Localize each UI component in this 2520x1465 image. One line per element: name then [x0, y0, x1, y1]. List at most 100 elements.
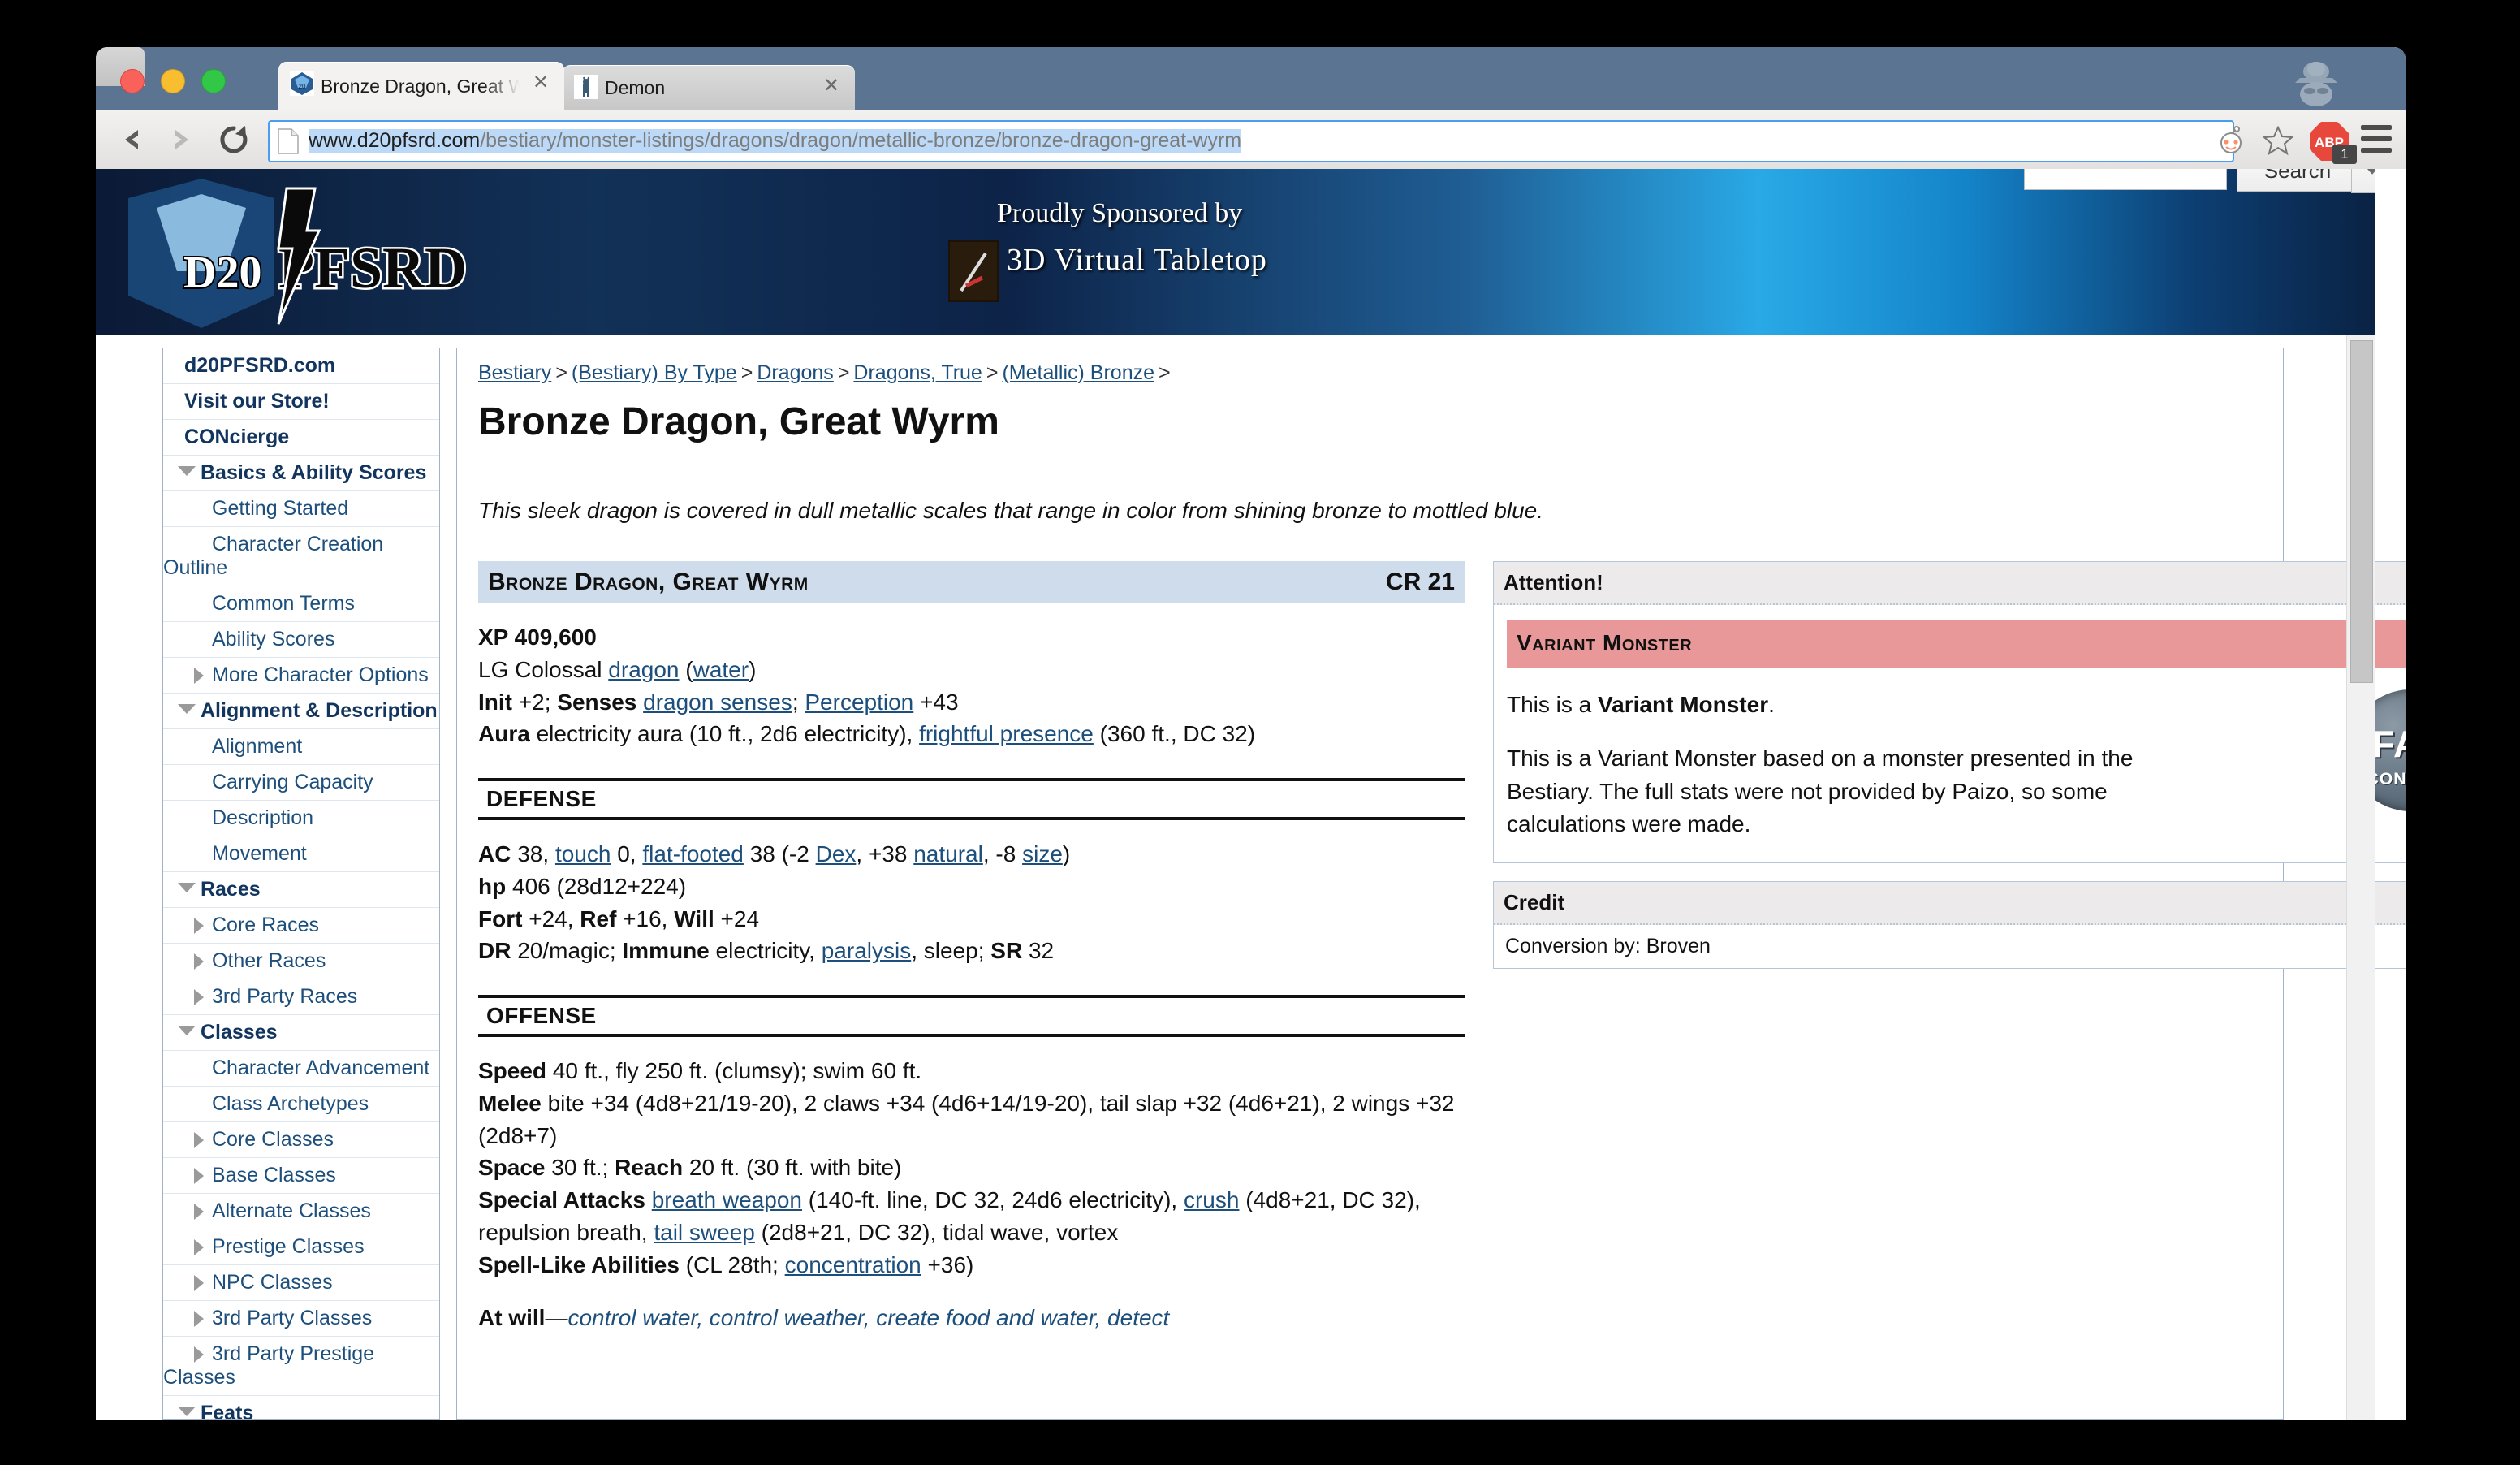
sidebar-item-npc-classes[interactable]: NPC Classes: [163, 1265, 439, 1301]
link-paralysis[interactable]: paralysis: [822, 938, 911, 963]
caret-down-icon[interactable]: [178, 883, 196, 892]
page-viewport: D20 PFSRD Proudly Sponsored by 3D Virtua…: [96, 169, 2406, 1420]
caret-down-icon[interactable]: [178, 1026, 196, 1035]
link-frightful-presence[interactable]: frightful presence: [919, 721, 1094, 746]
caret-right-icon[interactable]: [194, 1311, 204, 1327]
caret-right-icon[interactable]: [194, 1204, 204, 1220]
dr-line: DR 20/magic; Immune electricity, paralys…: [478, 938, 1055, 964]
search-button[interactable]: Search: [2237, 169, 2358, 192]
sidebar-item-movement[interactable]: Movement: [163, 836, 439, 872]
breadcrumb-link[interactable]: (Bestiary) By Type: [572, 361, 737, 384]
sidebar-item-3rd-party-races[interactable]: 3rd Party Races: [163, 979, 439, 1015]
link-dragon-senses[interactable]: dragon senses: [643, 689, 792, 715]
sidebar-item-label: CONcierge: [184, 426, 290, 448]
sidebar-item-prestige-classes[interactable]: Prestige Classes: [163, 1229, 439, 1265]
sidebar-item-3rd-party-classes[interactable]: 3rd Party Classes: [163, 1301, 439, 1337]
caret-down-icon[interactable]: [178, 704, 196, 714]
sidebar-item-getting-started[interactable]: Getting Started: [163, 491, 439, 527]
link-touch[interactable]: touch: [555, 841, 611, 866]
caret-right-icon[interactable]: [194, 1168, 204, 1184]
adblock-plus-button[interactable]: ABP 1: [2308, 120, 2357, 164]
sidebar-item-label: Character Advancement: [212, 1057, 430, 1079]
link-natural[interactable]: natural: [913, 841, 983, 866]
caret-right-icon[interactable]: [194, 1346, 204, 1363]
breadcrumb-link[interactable]: Bestiary: [478, 361, 551, 384]
star-icon[interactable]: [2262, 123, 2294, 156]
address-bar[interactable]: www.d20pfsrd.com/bestiary/monster-listin…: [268, 120, 2234, 162]
sidebar-item-alternate-classes[interactable]: Alternate Classes: [163, 1194, 439, 1229]
sidebar-item-feats[interactable]: Feats: [163, 1396, 439, 1419]
sidebar-item-races[interactable]: Races: [163, 872, 439, 908]
sidebar-item-base-classes[interactable]: Base Classes: [163, 1158, 439, 1194]
link-dragon[interactable]: dragon: [608, 657, 679, 682]
sidebar-item-alignment-description[interactable]: Alignment & Description: [163, 694, 439, 729]
hamburger-menu-icon[interactable]: [2361, 125, 2392, 153]
browser-tab-active[interactable]: 20 Bronze Dragon, Great Wyrm ✕: [278, 62, 564, 110]
page-scrollbar[interactable]: [2346, 335, 2375, 1420]
sidebar-item-alignment[interactable]: Alignment: [163, 729, 439, 765]
sidebar-item-classes[interactable]: Classes: [163, 1015, 439, 1051]
site-sidebar-nav: d20PFSRD.com Visit our Store! CONcierge Bas…: [162, 348, 440, 1420]
link-dex[interactable]: Dex: [816, 841, 857, 866]
breadcrumb-link[interactable]: (Metallic) Bronze: [1002, 361, 1154, 384]
forward-icon[interactable]: [164, 122, 200, 158]
sidebar-item-description[interactable]: Description: [163, 801, 439, 836]
sponsor-block[interactable]: Proudly Sponsored by 3D Virtual Tabletop: [916, 198, 1338, 304]
reload-icon[interactable]: [216, 122, 252, 158]
sidebar-item-d20pfsrd-com[interactable]: d20PFSRD.com: [163, 348, 439, 384]
link-flat-footed[interactable]: flat-footed: [642, 841, 744, 866]
sidebar-item-core-races[interactable]: Core Races: [163, 908, 439, 944]
sidebar-item-ability-scores[interactable]: Ability Scores: [163, 622, 439, 658]
sidebar-item-common-terms[interactable]: Common Terms: [163, 586, 439, 622]
sidebar-item-visit-our-store[interactable]: Visit our Store!: [163, 384, 439, 420]
caret-right-icon[interactable]: [194, 668, 204, 684]
sidebar-item-carrying-capacity[interactable]: Carrying Capacity: [163, 765, 439, 801]
link-concentration[interactable]: concentration: [785, 1252, 921, 1277]
caret-right-icon[interactable]: [194, 1239, 204, 1255]
window-close-button[interactable]: [120, 69, 145, 93]
search-input[interactable]: [2024, 169, 2227, 190]
reddit-icon[interactable]: [2215, 123, 2247, 156]
link-tail-sweep[interactable]: tail sweep: [654, 1220, 755, 1245]
sidebar-item-label: Description: [212, 806, 314, 829]
link-breath-weapon[interactable]: breath weapon: [652, 1187, 802, 1212]
link-crush[interactable]: crush: [1184, 1187, 1239, 1212]
sidebar-item-core-classes[interactable]: Core Classes: [163, 1122, 439, 1158]
sidebar-item-more-character-options[interactable]: More Character Options: [163, 658, 439, 694]
caret-right-icon[interactable]: [194, 918, 204, 934]
window-maximize-button[interactable]: [201, 69, 226, 93]
caret-right-icon[interactable]: [194, 953, 204, 970]
caret-right-icon[interactable]: [194, 1132, 204, 1148]
caret-right-icon[interactable]: [194, 989, 204, 1005]
link-perception[interactable]: Perception: [805, 689, 913, 715]
sidebar-item-character-advancement[interactable]: Character Advancement: [163, 1051, 439, 1087]
sidebar-item-concierge[interactable]: CONcierge: [163, 420, 439, 456]
browser-tab[interactable]: Demon ✕: [563, 65, 855, 110]
breadcrumb-link[interactable]: Dragons: [757, 361, 834, 384]
caret-down-icon[interactable]: [178, 1407, 196, 1416]
url-path: /bestiary/monster-listings/dragons/drago…: [480, 129, 1242, 152]
sidebar-item-other-races[interactable]: Other Races: [163, 944, 439, 979]
breadcrumb-link[interactable]: Dragons, True: [853, 361, 982, 384]
breadcrumb-separator: >: [555, 361, 567, 384]
link-size[interactable]: size: [1022, 841, 1063, 866]
link-water[interactable]: water: [693, 657, 749, 682]
close-icon[interactable]: ✕: [821, 76, 842, 97]
chevron-down-icon[interactable]: [2351, 169, 2375, 193]
close-icon[interactable]: ✕: [530, 73, 551, 94]
sidebar-item-character-creation-outline[interactable]: Character Creation Outline: [163, 527, 439, 586]
sidebar-item-label: Class Archetypes: [212, 1092, 369, 1115]
sidebar-item-label: Basics & Ability Scores: [201, 461, 427, 484]
caret-down-icon[interactable]: [178, 466, 196, 476]
back-icon[interactable]: [114, 122, 149, 158]
spell-list[interactable]: control water, control weather, create f…: [567, 1305, 1169, 1330]
sidebar-item-class-archetypes[interactable]: Class Archetypes: [163, 1087, 439, 1122]
scrollbar-thumb[interactable]: [2350, 340, 2373, 683]
attention-p1-suffix: .: [1768, 691, 1775, 717]
sidebar-item-3rd-party-prestige-classes[interactable]: 3rd Party Prestige Classes: [163, 1337, 439, 1396]
melee-line: Melee bite +34 (4d8+21/19-20), 2 claws +…: [478, 1090, 1455, 1148]
window-minimize-button[interactable]: [161, 69, 185, 93]
d20pfsrd-logo[interactable]: D20 PFSRD: [112, 174, 624, 332]
sidebar-item-basics-ability-scores[interactable]: Basics & Ability Scores: [163, 456, 439, 491]
caret-right-icon[interactable]: [194, 1275, 204, 1291]
